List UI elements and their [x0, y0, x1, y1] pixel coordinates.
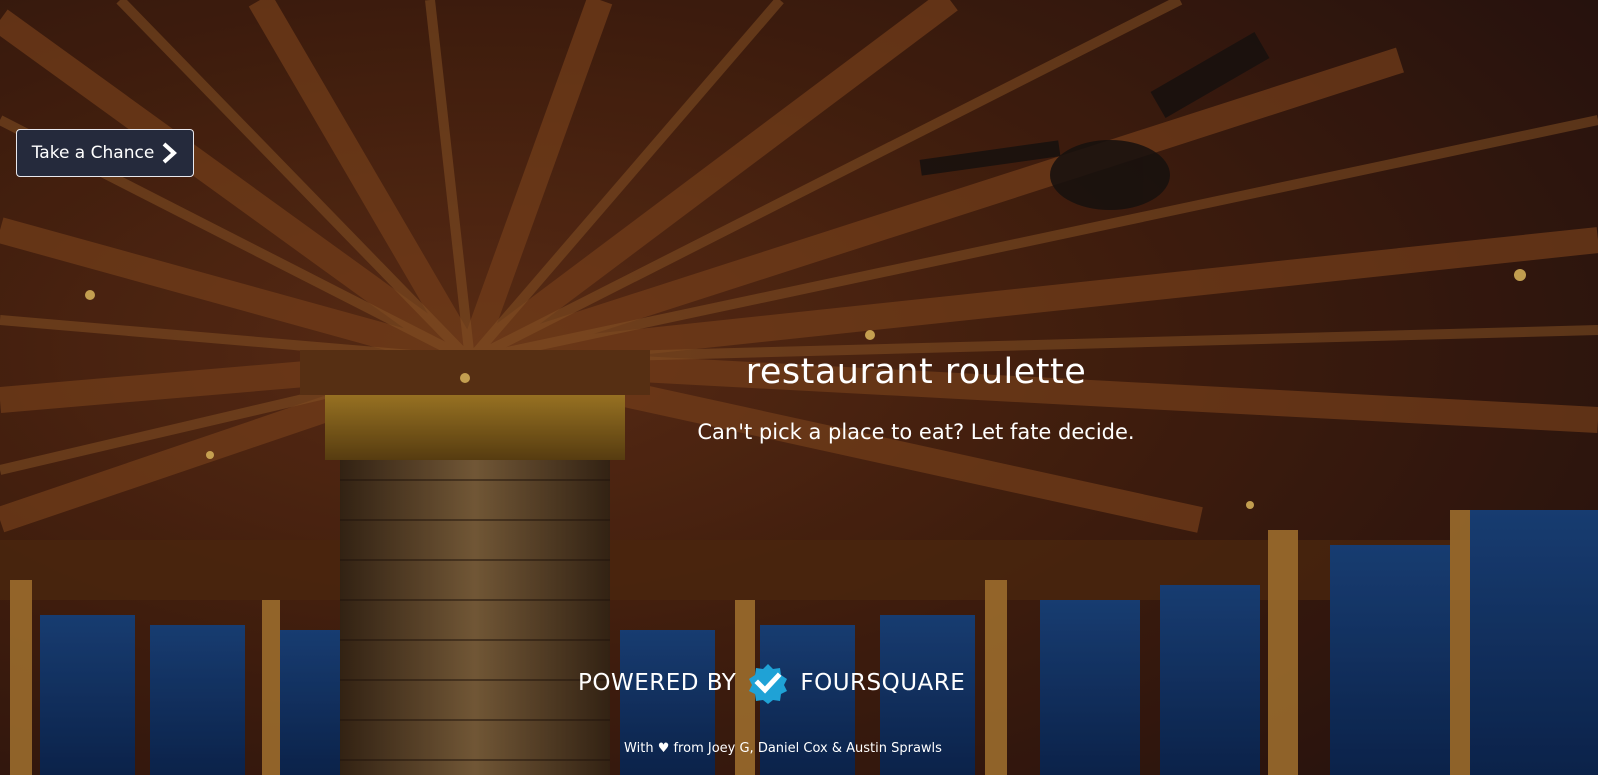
take-a-chance-label: Take a Chance	[31, 143, 155, 163]
powered-by-foursquare[interactable]: POWERED BY FOURSQUARE	[578, 662, 965, 704]
page-title: restaurant roulette	[745, 352, 1087, 392]
foursquare-logo-icon	[746, 662, 790, 704]
take-a-chance-button[interactable]: Take a Chance	[16, 129, 194, 177]
page-subtitle: Can't pick a place to eat? Let fate deci…	[697, 420, 1135, 444]
powered-by-label: POWERED BY	[578, 670, 737, 696]
chevron-right-icon	[160, 142, 178, 164]
credits-text: With ♥ from Joey G, Daniel Cox & Austin …	[624, 741, 942, 756]
page: Take a Chance restaurant roulette Can't …	[0, 0, 1598, 775]
foursquare-brand-label: FOURSQUARE	[800, 670, 966, 696]
